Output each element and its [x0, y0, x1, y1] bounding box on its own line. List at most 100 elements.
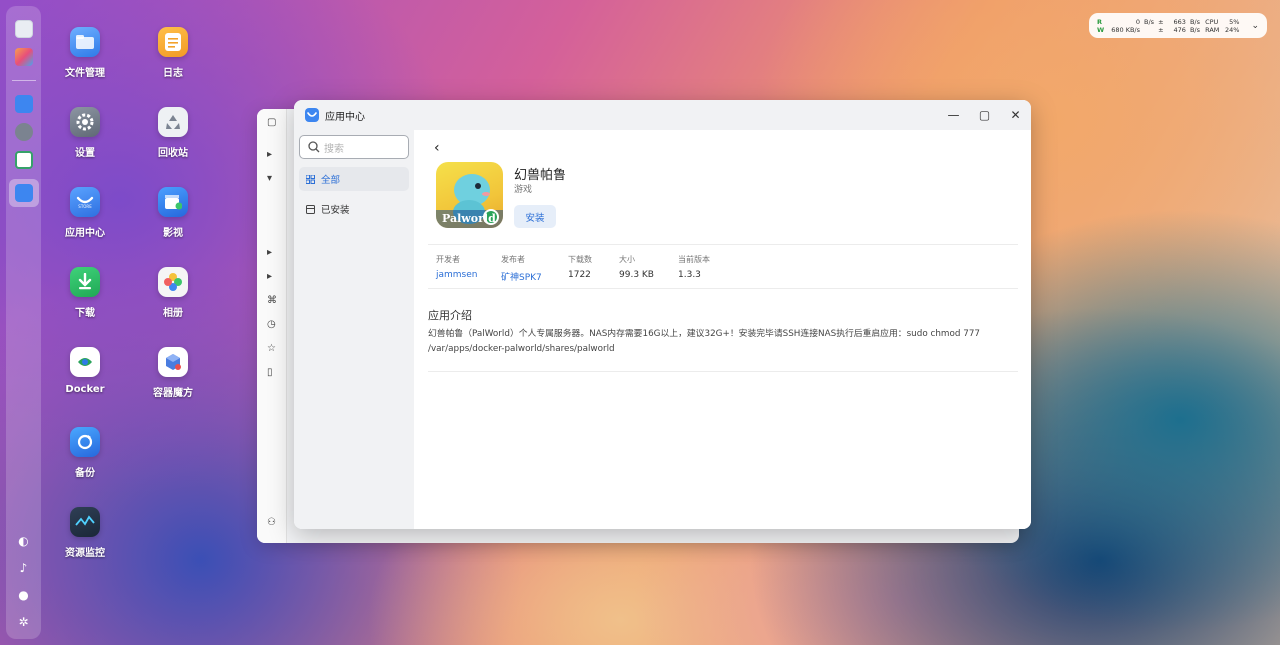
chevron-right-icon[interactable]: ▸	[267, 149, 272, 160]
desktop-icon-video[interactable]: 影视	[138, 187, 208, 239]
read-unit: B/s	[1144, 17, 1155, 26]
desktop-icon-docker[interactable]: Docker	[50, 347, 120, 395]
app-center-window: 应用中心 — ▢ ✕ 搜索 全部 已安装 ‹ Palworld 幻兽帕鲁 游戏 …	[294, 100, 1031, 529]
app-center-dock-icon[interactable]	[8, 179, 39, 207]
clock-icon[interactable]: ◷	[267, 319, 276, 330]
desktop-icon-label: 设置	[75, 148, 95, 159]
desktop-icon-label: 应用中心	[65, 228, 105, 239]
network-icon[interactable]: ◐	[17, 534, 31, 548]
gear-icon	[70, 107, 100, 137]
upload-icon: ±	[1158, 17, 1164, 26]
desktop-icon-label: 下载	[75, 308, 95, 319]
cpu-label: CPU	[1205, 17, 1219, 26]
docker-dock-icon[interactable]	[14, 151, 33, 169]
store-icon: STORE	[70, 187, 100, 217]
store-icon	[305, 108, 319, 122]
recycle-icon	[158, 107, 188, 137]
desktop-icon-label: 日志	[163, 68, 183, 79]
app-icon-text: Palworld	[442, 212, 496, 225]
meta-developer: 开发者 jammsen	[436, 254, 477, 280]
cpu-value: 5%	[1229, 17, 1240, 26]
app-center-sidebar: 搜索 全部 已安装	[294, 130, 414, 529]
app-grid-icon[interactable]	[14, 48, 33, 66]
meta-publisher: 发布者 矿神SPK7	[501, 254, 542, 283]
background-window-sidebar: ▢ ▸ ▾ ▸ ▸ ⌘ ◷ ☆ ▯ ⚇	[257, 109, 287, 543]
desktop-icon-label: 相册	[163, 308, 183, 319]
nav-item-label: 全部	[321, 175, 341, 186]
minimize-button[interactable]: —	[938, 100, 969, 130]
chevron-down-icon[interactable]: ▾	[267, 173, 272, 184]
gear-icon[interactable]: ✲	[17, 615, 31, 629]
maximize-button[interactable]: ▢	[969, 100, 1000, 130]
left-dock: ◐ ♪ ● ✲	[6, 6, 41, 639]
search-icon	[308, 141, 320, 153]
publisher-link[interactable]: 矿神SPK7	[501, 270, 542, 283]
traffic-b-unit: B/s	[1189, 25, 1200, 34]
desktop-icon-recycle-bin[interactable]: 回收站	[138, 107, 208, 159]
folder-icon	[70, 27, 100, 57]
desktop-icon-file-manager[interactable]: 文件管理	[50, 27, 120, 79]
meta-value: 1.3.3	[678, 270, 701, 280]
bell-icon[interactable]: ♪	[17, 561, 31, 575]
desktop-icon-resource-monitor[interactable]: 资源监控	[50, 507, 120, 559]
user-icon[interactable]: ⚇	[267, 517, 276, 528]
desktop-icon-label: Docker	[65, 384, 105, 395]
desktop-icon-label: 文件管理	[65, 68, 105, 79]
meta-key: 开发者	[436, 255, 460, 264]
search-placeholder: 搜索	[324, 143, 344, 155]
meta-value: 99.3 KB	[619, 270, 654, 280]
window-app-icon: ▢	[267, 117, 277, 128]
nav-item-installed[interactable]: 已安装	[299, 197, 409, 221]
developer-link[interactable]: jammsen	[436, 270, 477, 280]
settings-dock-icon[interactable]	[14, 123, 33, 141]
desktop-icon-settings[interactable]: 设置	[50, 107, 120, 159]
write-label: W	[1097, 25, 1105, 34]
command-icon[interactable]: ⌘	[267, 295, 277, 306]
desktop-icon-photos[interactable]: 相册	[138, 267, 208, 319]
chevron-down-icon[interactable]: ⌄	[1251, 21, 1259, 31]
file-manager-dock-icon[interactable]	[14, 95, 33, 113]
desktop-icon[interactable]	[14, 20, 33, 38]
write-speed: 680 KB/s	[1111, 25, 1141, 34]
app-detail-panel: ‹ Palworld 幻兽帕鲁 游戏 安装 开发者 jammsen 发布者 矿神…	[414, 130, 1031, 529]
desktop-icon-container-cube[interactable]: 容器魔方	[138, 347, 208, 399]
window-titlebar[interactable]: 应用中心 — ▢ ✕	[294, 100, 1031, 130]
desktop-icon-backup[interactable]: 备份	[50, 427, 120, 479]
user-icon[interactable]: ●	[17, 588, 31, 602]
desktop-icon-app-center[interactable]: STORE 应用中心	[50, 187, 120, 239]
star-icon[interactable]: ☆	[267, 343, 276, 354]
meta-key: 大小	[619, 255, 635, 264]
ram-value: 24%	[1225, 25, 1240, 34]
download-icon: ±	[1158, 25, 1164, 34]
meta-key: 发布者	[501, 255, 525, 264]
svg-text:STORE: STORE	[78, 204, 92, 209]
trash-icon[interactable]: ▯	[267, 367, 273, 378]
chevron-right-icon[interactable]: ▸	[267, 271, 272, 282]
monitor-icon	[70, 507, 100, 537]
divider	[428, 244, 1018, 245]
meta-key: 当前版本	[678, 255, 710, 264]
desktop-icon-download[interactable]: 下载	[50, 267, 120, 319]
close-button[interactable]: ✕	[1000, 100, 1031, 130]
meta-version: 当前版本 1.3.3	[678, 254, 710, 280]
desktop-icon-log[interactable]: 日志	[138, 27, 208, 79]
desktop-icon-label: 回收站	[158, 148, 188, 159]
traffic-b: 476	[1173, 25, 1186, 34]
search-input[interactable]: 搜索	[299, 135, 409, 159]
window-title: 应用中心	[325, 111, 365, 123]
traffic-a: 663	[1173, 17, 1186, 26]
desktop-icon-label: 资源监控	[65, 548, 105, 559]
app-name: 幻兽帕鲁	[514, 168, 567, 183]
nav-item-label: 已安装	[321, 205, 350, 216]
install-button[interactable]: 安装	[514, 205, 556, 228]
meta-size: 大小 99.3 KB	[619, 254, 654, 280]
divider	[428, 288, 1018, 289]
back-arrow-icon[interactable]: ‹	[434, 140, 440, 156]
download-icon	[70, 267, 100, 297]
clapper-icon	[158, 187, 188, 217]
chevron-right-icon[interactable]: ▸	[267, 247, 272, 258]
desktop-icon-label: 影视	[163, 228, 183, 239]
cube-icon	[158, 347, 188, 377]
nav-item-all[interactable]: 全部	[299, 167, 409, 191]
ram-label: RAM	[1205, 25, 1220, 34]
